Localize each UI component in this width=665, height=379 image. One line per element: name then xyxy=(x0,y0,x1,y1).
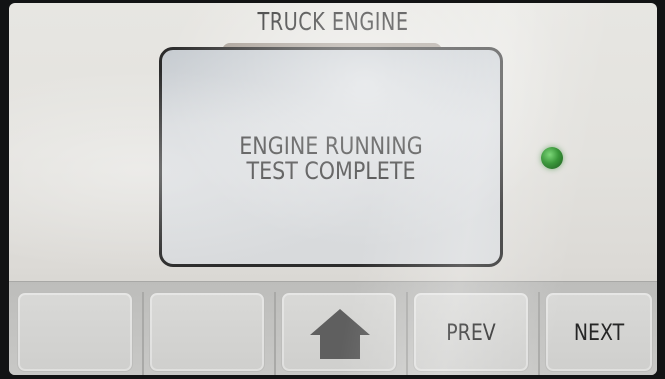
home-icon xyxy=(310,309,370,359)
message-line-1: ENGINE RUNNING xyxy=(239,132,423,160)
home-button[interactable] xyxy=(281,292,397,372)
softkey-button-2[interactable] xyxy=(149,292,265,372)
softkey-button-1[interactable] xyxy=(17,292,133,372)
toolbar-divider xyxy=(142,292,144,375)
status-message: ENGINE RUNNING TEST COMPLETE xyxy=(186,134,477,184)
bottom-toolbar: PREV NEXT xyxy=(9,281,657,375)
message-box: ENGINE RUNNING TEST COMPLETE xyxy=(159,47,503,267)
prev-button[interactable]: PREV xyxy=(413,292,529,372)
toolbar-divider xyxy=(274,292,276,375)
next-button-label: NEXT xyxy=(573,321,625,346)
status-led-indicator xyxy=(541,147,563,169)
device-frame: TRUCK ENGINE ENGINE RUNNING TEST COMPLET… xyxy=(0,0,665,379)
prev-button-label: PREV xyxy=(446,321,496,346)
message-line-2: TEST COMPLETE xyxy=(246,157,416,185)
next-button[interactable]: NEXT xyxy=(545,292,653,372)
toolbar-divider xyxy=(406,292,408,375)
touch-screen: TRUCK ENGINE ENGINE RUNNING TEST COMPLET… xyxy=(9,3,657,375)
toolbar-divider xyxy=(538,292,540,375)
page-title: TRUCK ENGINE xyxy=(257,7,409,36)
